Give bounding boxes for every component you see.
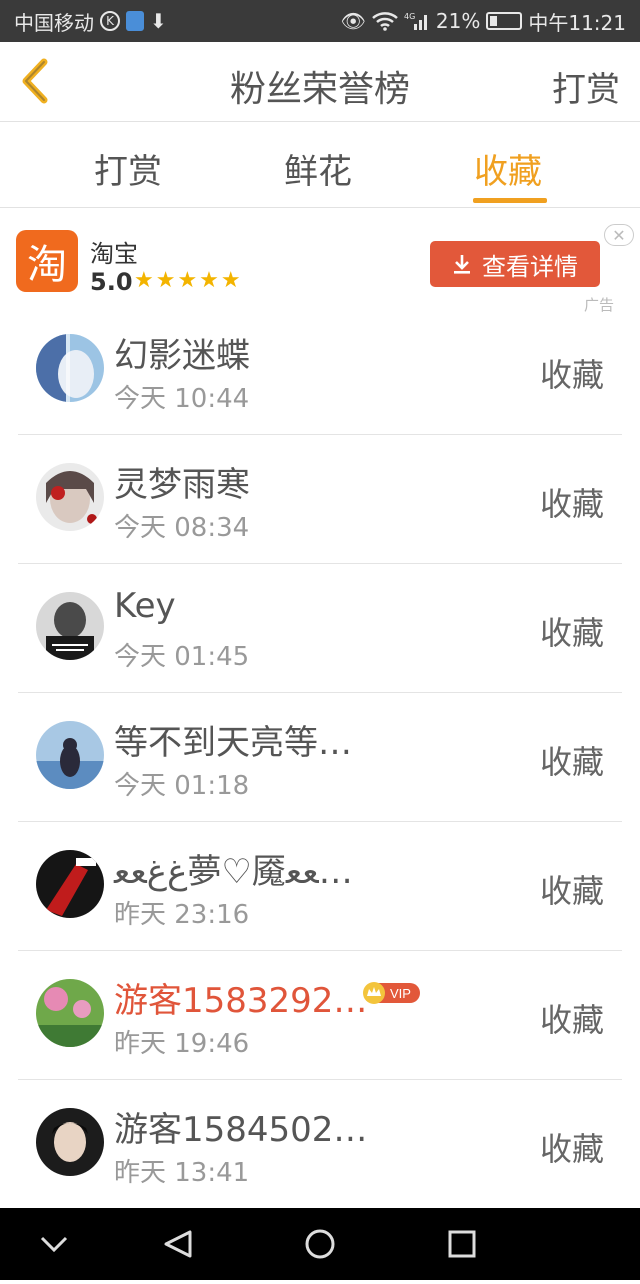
- timestamp: 今天 08:34: [114, 513, 250, 543]
- avatar: [36, 463, 104, 531]
- square-recents-icon: [448, 1230, 476, 1258]
- star-rating-icon: ★★★★★: [134, 268, 243, 293]
- user-name: 灵梦雨寒: [114, 465, 250, 505]
- user-name: 游客1583292…: [114, 981, 368, 1021]
- carrier-label: 中国移动: [14, 10, 94, 35]
- user-name: Key: [114, 586, 176, 626]
- list-item[interactable]: 游客1583292… VIP 昨天 19:46 收藏: [0, 951, 640, 1080]
- download-icon: ⬇: [150, 9, 167, 33]
- battery-percent: 21%: [435, 9, 481, 33]
- battery-icon: [486, 12, 523, 30]
- list-item[interactable]: 游客1584502… 昨天 13:41 收藏: [0, 1080, 640, 1209]
- network-type-label: 4G: [404, 12, 415, 21]
- timestamp: 今天 01:45: [114, 642, 250, 672]
- avatar: [36, 850, 104, 918]
- download-icon: [454, 255, 470, 274]
- recents-nav-button[interactable]: [448, 1230, 476, 1258]
- timestamp: 昨天 23:16: [114, 900, 250, 930]
- system-nav-bar: [0, 1208, 640, 1280]
- list-item[interactable]: ﻍﻍﻌﻌ夢♡魇ﻌﻌ… 昨天 23:16 收藏: [0, 822, 640, 951]
- timestamp: 今天 01:18: [114, 771, 250, 801]
- ad-details-button[interactable]: 查看详情: [430, 241, 600, 287]
- tab-favorites[interactable]: 收藏: [474, 144, 542, 193]
- ad-button-label: 查看详情: [482, 252, 578, 281]
- user-name: 等不到天亮等…: [114, 723, 352, 763]
- action-label: 收藏: [539, 614, 604, 652]
- signal-icon: 4G: [404, 11, 430, 31]
- k-icon: K: [100, 11, 120, 31]
- timestamp: 昨天 19:46: [114, 1029, 250, 1059]
- tab-bar: 打赏 鲜花 收藏: [0, 122, 640, 208]
- wifi-icon: [372, 11, 398, 31]
- tab-reward[interactable]: 打赏: [94, 144, 162, 193]
- action-label: 收藏: [539, 743, 604, 781]
- reward-button[interactable]: 打赏: [552, 62, 620, 111]
- vip-label: VIP: [390, 986, 411, 1001]
- ad-app-name: 淘宝: [90, 240, 138, 268]
- status-bar: 中国移动 K ⬇ 👁 4G 21% 中午11:21: [0, 0, 640, 42]
- shield-icon: [126, 11, 144, 31]
- list-item[interactable]: Key 今天 01:45 收藏: [0, 564, 640, 693]
- avatar: [36, 979, 104, 1047]
- action-label: 收藏: [539, 356, 604, 394]
- action-label: 收藏: [539, 1130, 604, 1168]
- user-name: 游客1584502…: [114, 1110, 368, 1150]
- tab-flowers[interactable]: 鲜花: [284, 144, 352, 193]
- circle-home-icon: [305, 1229, 335, 1259]
- chevron-down-icon: [40, 1236, 68, 1253]
- eye-icon: 👁: [340, 9, 366, 33]
- list-item[interactable]: 灵梦雨寒 今天 08:34 收藏: [0, 435, 640, 564]
- header: 粉丝荣誉榜 打赏: [0, 42, 640, 122]
- triangle-back-icon: [164, 1230, 192, 1258]
- action-label: 收藏: [539, 1001, 604, 1039]
- clock: 中午11:21: [528, 10, 626, 35]
- fan-list: 幻影迷蝶 今天 10:44 收藏 灵梦雨寒 今天 08:34 收藏 Key 今天…: [0, 306, 640, 1209]
- ad-close-button[interactable]: ✕: [604, 224, 634, 246]
- ad-rating: 5.0: [90, 268, 133, 296]
- avatar: [36, 334, 104, 402]
- active-tab-indicator: [473, 198, 547, 203]
- avatar: [36, 721, 104, 789]
- home-nav-button[interactable]: [305, 1229, 335, 1259]
- user-name: ﻍﻍﻌﻌ夢♡魇ﻌﻌ…: [114, 852, 353, 892]
- list-item[interactable]: 等不到天亮等… 今天 01:18 收藏: [0, 693, 640, 822]
- page-title: 粉丝荣誉榜: [229, 69, 410, 110]
- action-label: 收藏: [539, 485, 604, 523]
- taobao-logo: 淘: [16, 230, 78, 292]
- list-item[interactable]: 幻影迷蝶 今天 10:44 收藏: [0, 306, 640, 435]
- timestamp: 昨天 13:41: [114, 1158, 250, 1188]
- back-nav-button[interactable]: [164, 1230, 192, 1258]
- avatar: [36, 592, 104, 660]
- action-label: 收藏: [539, 872, 604, 910]
- hide-nav-button[interactable]: [40, 1236, 68, 1253]
- timestamp: 今天 10:44: [114, 384, 250, 414]
- ad-banner[interactable]: 淘 淘宝 5.0 ★★★★★ 查看详情 ✕ 广告: [0, 210, 640, 314]
- user-name: 幻影迷蝶: [114, 336, 250, 376]
- avatar: [36, 1108, 104, 1176]
- vip-badge-icon: VIP: [363, 982, 420, 1004]
